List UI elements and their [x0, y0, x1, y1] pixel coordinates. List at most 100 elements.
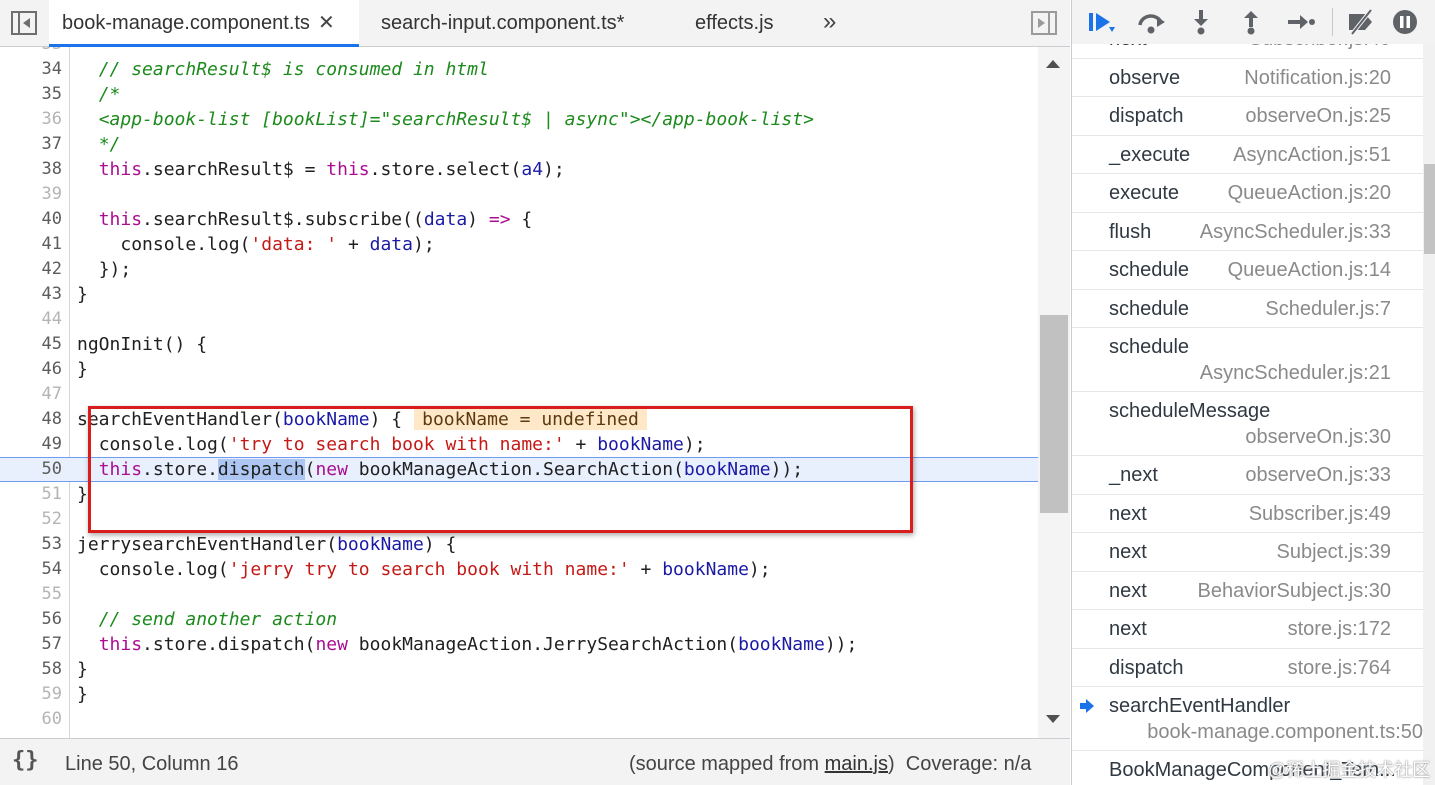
step-out-icon[interactable]: [1236, 8, 1266, 36]
code-line: 39: [0, 182, 1038, 207]
frame-location-link[interactable]: QueueAction.js:20: [1228, 182, 1391, 205]
frame-location-link[interactable]: observeOn.js:25: [1245, 105, 1391, 128]
frame-location-link[interactable]: AsyncAction.js:51: [1233, 144, 1391, 167]
line-number[interactable]: 38: [0, 157, 62, 182]
line-number[interactable]: 39: [0, 182, 62, 207]
step-icon[interactable]: [1285, 8, 1315, 36]
call-frame[interactable]: next BehaviorSubject.js:30: [1072, 572, 1423, 610]
frame-location-link[interactable]: observeOn.js:33: [1245, 464, 1391, 487]
line-number[interactable]: 35: [0, 82, 62, 107]
frame-location-link[interactable]: AsyncScheduler.js:21: [1200, 362, 1391, 385]
code-line: 53 jerrysearchEventHandler(bookName) {: [0, 532, 1038, 557]
pretty-print-icon[interactable]: {}: [12, 748, 39, 773]
call-frame[interactable]: schedule AsyncScheduler.js:21: [1072, 328, 1423, 392]
line-number[interactable]: 58: [0, 657, 62, 682]
frame-function-name: next: [1109, 618, 1147, 640]
line-number[interactable]: 55: [0, 582, 62, 607]
code-line: 46}: [0, 357, 1038, 382]
call-frame[interactable]: _execute AsyncAction.js:51: [1072, 136, 1423, 174]
line-number[interactable]: 46: [0, 357, 62, 382]
toggle-debugger-sidebar-icon[interactable]: [1031, 11, 1057, 35]
code-line: 43}: [0, 282, 1038, 307]
call-frame[interactable]: dispatch store.js:764: [1072, 649, 1423, 687]
line-number[interactable]: 56: [0, 607, 62, 632]
scroll-up-arrow-icon[interactable]: [1046, 60, 1060, 68]
source-map-link[interactable]: main.js: [825, 753, 888, 775]
scrollbar-thumb[interactable]: [1424, 164, 1435, 254]
call-frame[interactable]: next Subscriber.js:49: [1072, 44, 1423, 59]
call-frame[interactable]: _next observeOn.js:33: [1072, 456, 1423, 495]
pause-on-exceptions-icon[interactable]: [1390, 8, 1420, 36]
frame-function-name: execute: [1109, 182, 1180, 204]
resume-icon[interactable]: [1086, 8, 1116, 36]
line-number[interactable]: 45: [0, 332, 62, 357]
line-number[interactable]: 52: [0, 507, 62, 532]
line-number[interactable]: 60: [0, 707, 62, 732]
tab-label: effects.js: [695, 12, 774, 34]
line-number[interactable]: 42: [0, 257, 62, 282]
code-line: 45 ngOnInit() {: [0, 332, 1038, 357]
frame-location-link[interactable]: Subscriber.js:49: [1249, 503, 1391, 526]
line-number[interactable]: 40: [0, 207, 62, 232]
line-number[interactable]: 44: [0, 307, 62, 332]
code-line: 42 });: [0, 257, 1038, 282]
line-number[interactable]: 53: [0, 532, 62, 557]
frame-location-link[interactable]: AsyncScheduler.js:33: [1200, 221, 1391, 244]
frame-location-link[interactable]: observeOn.js:30: [1245, 426, 1391, 449]
line-number[interactable]: 57: [0, 632, 62, 657]
frame-location-link[interactable]: QueueAction.js:14: [1228, 259, 1391, 282]
code-comment: */: [98, 134, 121, 155]
step-over-icon[interactable]: [1136, 8, 1166, 36]
call-frame[interactable]: observe Notification.js:20: [1072, 59, 1423, 97]
frame-location-link[interactable]: Notification.js:20: [1244, 67, 1391, 90]
step-into-icon[interactable]: [1186, 8, 1216, 36]
frame-location-link[interactable]: Subscriber.js:49: [1249, 44, 1391, 51]
code-comment: /*: [98, 84, 121, 105]
call-frame[interactable]: schedule Scheduler.js:7: [1072, 290, 1423, 328]
call-frame[interactable]: next Subject.js:39: [1072, 533, 1423, 572]
line-number[interactable]: 36: [0, 107, 62, 132]
close-icon[interactable]: ✕: [318, 0, 335, 47]
line-number[interactable]: 47: [0, 382, 62, 407]
call-frame[interactable]: dispatch observeOn.js:25: [1072, 97, 1423, 136]
call-frame[interactable]: scheduleMessage observeOn.js:30: [1072, 392, 1423, 456]
frame-function-name: schedule: [1109, 336, 1190, 358]
line-number[interactable]: 54: [0, 557, 62, 582]
frame-location-link[interactable]: book-manage.component.ts:50: [1147, 721, 1423, 744]
line-number[interactable]: 43: [0, 282, 62, 307]
tab-book-manage-component[interactable]: book-manage.component.ts ✕: [49, 0, 359, 47]
line-number[interactable]: 37: [0, 132, 62, 157]
scrollbar-thumb[interactable]: [1040, 315, 1068, 513]
line-number[interactable]: 51: [0, 482, 62, 507]
line-number[interactable]: 41: [0, 232, 62, 257]
line-number[interactable]: 50: [0, 458, 62, 481]
line-number[interactable]: 59: [0, 682, 62, 707]
frame-location-link[interactable]: Scheduler.js:7: [1265, 298, 1391, 321]
line-number[interactable]: 48: [0, 407, 62, 432]
frame-location-link[interactable]: store.js:172: [1288, 618, 1391, 641]
call-frame[interactable]: execute QueueAction.js:20: [1072, 174, 1423, 213]
line-number[interactable]: 34: [0, 57, 62, 82]
call-frame-current[interactable]: searchEventHandler book-manage.component.…: [1072, 687, 1423, 751]
call-frame[interactable]: schedule QueueAction.js:14: [1072, 251, 1423, 290]
code-viewport[interactable]: 33 34 // searchResult$ is consumed in ht…: [0, 47, 1038, 738]
line-number[interactable]: 33: [0, 47, 62, 57]
call-frame[interactable]: flush AsyncScheduler.js:33: [1072, 213, 1423, 251]
frame-location-link[interactable]: store.js:764: [1288, 657, 1391, 680]
toggle-navigator-icon[interactable]: [11, 11, 37, 35]
scroll-down-arrow-icon[interactable]: [1046, 715, 1060, 723]
call-stack-scrollbar[interactable]: [1423, 44, 1435, 785]
frame-location-link[interactable]: BehaviorSubject.js:30: [1198, 580, 1391, 603]
tab-search-input-component[interactable]: search-input.component.ts*: [381, 0, 624, 47]
line-number[interactable]: 49: [0, 432, 62, 457]
call-frame[interactable]: next store.js:172: [1072, 610, 1423, 649]
frame-location-link[interactable]: Subject.js:39: [1276, 541, 1391, 564]
tab-effects[interactable]: effects.js: [695, 0, 774, 47]
more-tabs-chevron-icon[interactable]: »: [823, 0, 836, 47]
code-line: 49 console.log('try to search book with …: [0, 432, 1038, 457]
deactivate-breakpoints-icon[interactable]: [1346, 8, 1376, 36]
editor-vertical-scrollbar[interactable]: [1038, 47, 1070, 738]
debugger-toolbar: [1072, 0, 1435, 44]
code-comment: // send another action: [98, 609, 338, 630]
call-frame[interactable]: next Subscriber.js:49: [1072, 495, 1423, 533]
